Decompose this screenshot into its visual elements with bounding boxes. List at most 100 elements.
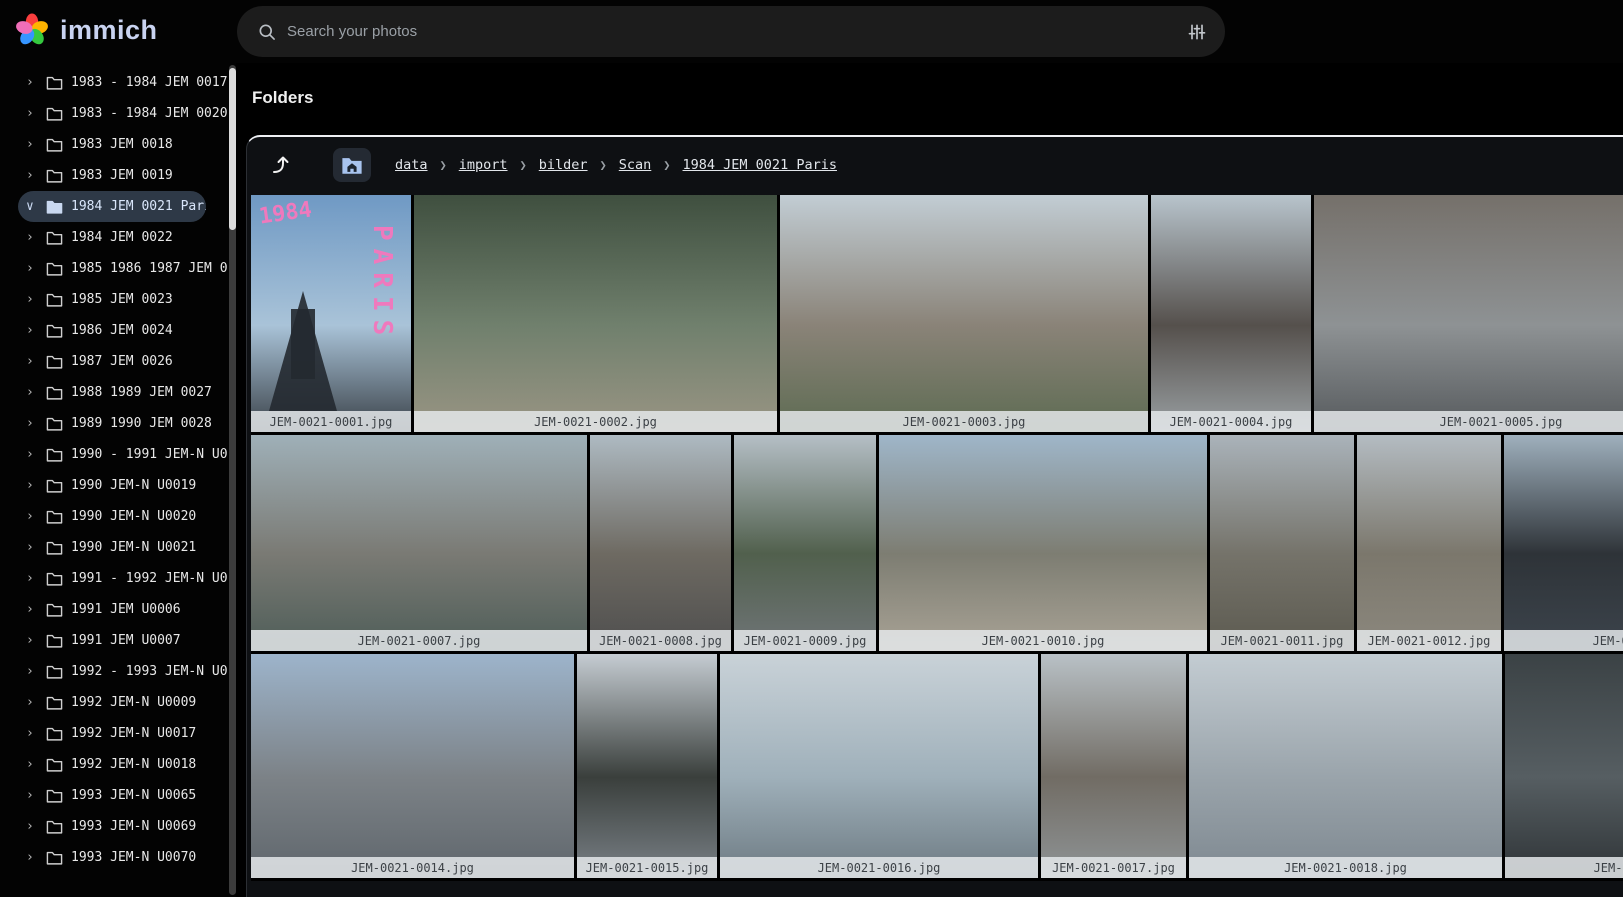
chevron-icon[interactable]: › [26,509,38,524]
folder-icon [46,819,63,834]
photo-tile[interactable]: JEM-0021-0007.jpg [251,435,587,651]
sidebar-folder-item[interactable]: › 1991 JEM U0006 [18,594,228,625]
folder-view-panel: data❯import❯bilder❯Scan❯1984 JEM 0021 Pa… [246,135,1623,897]
sidebar-folder-item[interactable]: › 1992 JEM-N U0009 [18,687,228,718]
photo-tile[interactable]: JEM-0021-0005.jpg [1314,195,1623,432]
chevron-icon[interactable]: › [26,850,38,865]
sidebar-folder-item[interactable]: › 1993 JEM-N U0069 [18,811,228,842]
breadcrumb-bar: data❯import❯bilder❯Scan❯1984 JEM 0021 Pa… [247,137,1623,193]
chevron-icon[interactable]: › [26,137,38,152]
chevron-icon[interactable]: ∨ [26,199,38,214]
chevron-icon[interactable]: › [26,695,38,710]
chevron-icon[interactable]: › [26,323,38,338]
chevron-icon[interactable]: › [26,106,38,121]
photo-tile[interactable]: JEM-0021-0014.jpg [251,654,574,878]
photo-tile[interactable]: JEM-0021-0017.jpg [1041,654,1186,878]
photo-filename: JEM-0021-0019.jpg [1505,857,1623,878]
folder-sidebar: › 1983 - 1984 JEM 0017 › 1983 - 1984 JEM… [0,63,236,897]
filter-tune-icon[interactable] [1187,22,1207,42]
sidebar-folder-item[interactable]: › 1991 - 1992 JEM-N U00 [18,563,228,594]
chevron-icon[interactable]: › [26,292,38,307]
photo-filename: JEM-0021-0001.jpg [251,411,411,432]
photo-filename: JEM-0021-0008.jpg [590,630,731,651]
photo-filename: JEM-0021-0003.jpg [780,411,1148,432]
photo-tile[interactable]: JEM-0021-0015.jpg [577,654,717,878]
photo-tile[interactable]: JEM-0021-0013.jpg [1504,435,1623,651]
chevron-icon[interactable]: › [26,416,38,431]
sidebar-folder-item[interactable]: › 1993 JEM-N U0065 [18,780,228,811]
chevron-icon[interactable]: › [26,664,38,679]
folder-label: 1987 JEM 0026 [71,354,173,369]
sidebar-folder-item[interactable]: › 1990 JEM-N U0020 [18,501,228,532]
chevron-icon[interactable]: › [26,478,38,493]
sidebar-folder-item[interactable]: › 1986 JEM 0024 [18,315,228,346]
breadcrumb-link[interactable]: Scan [619,157,652,173]
sidebar-folder-item[interactable]: › 1993 JEM-N U0070 [18,842,228,873]
photo-tile[interactable]: JEM-0021-0019.jpg [1505,654,1623,878]
breadcrumb-link[interactable]: bilder [539,157,588,173]
chevron-icon[interactable]: › [26,788,38,803]
chevron-icon[interactable]: › [26,540,38,555]
folder-tree: › 1983 - 1984 JEM 0017 › 1983 - 1984 JEM… [0,63,236,873]
sidebar-folder-item[interactable]: › 1983 JEM 0019 [18,160,228,191]
photo-tile[interactable]: JEM-0021-0010.jpg [879,435,1207,651]
photo-tile[interactable]: JEM-0021-0002.jpg [414,195,777,432]
sidebar-folder-item[interactable]: ∨ 1984 JEM 0021 Paris [18,191,206,222]
photo-tile[interactable]: JEM-0021-0016.jpg [720,654,1038,878]
chevron-icon[interactable]: › [26,571,38,586]
sidebar-folder-item[interactable]: › 1990 - 1991 JEM-N U00 [18,439,228,470]
chevron-icon[interactable]: › [26,230,38,245]
sidebar-folder-item[interactable]: › 1984 JEM 0022 [18,222,228,253]
photo-tile[interactable]: JEM-0021-0009.jpg [734,435,876,651]
chevron-icon[interactable]: › [26,726,38,741]
chevron-icon[interactable]: › [26,261,38,276]
sidebar-folder-item[interactable]: › 1991 JEM U0007 [18,625,228,656]
photo-tile[interactable]: JEM-0021-0012.jpg [1357,435,1501,651]
sidebar-folder-item[interactable]: › 1988 1989 JEM 0027 [18,377,228,408]
photo-thumbnail [251,654,574,878]
sidebar-folder-item[interactable]: › 1985 JEM 0023 [18,284,228,315]
photo-tile[interactable]: JEM-0021-0001.jpg 1984PARIS [251,195,411,432]
home-button[interactable] [333,148,371,182]
photo-filename: JEM-0021-0014.jpg [251,857,574,878]
chevron-icon[interactable]: › [26,757,38,772]
navigate-up-button[interactable] [261,147,297,183]
breadcrumb: data❯import❯bilder❯Scan❯1984 JEM 0021 Pa… [395,157,837,173]
breadcrumb-link[interactable]: import [459,157,508,173]
sidebar-folder-item[interactable]: › 1992 - 1993 JEM-N U0 [18,656,228,687]
photo-tile[interactable]: JEM-0021-0003.jpg [780,195,1148,432]
sidebar-folder-item[interactable]: › 1983 - 1984 JEM 0017 [18,67,228,98]
sidebar-scrollbar-thumb[interactable] [229,68,236,230]
photo-filename: JEM-0021-0002.jpg [414,411,777,432]
sidebar-folder-item[interactable]: › 1990 JEM-N U0021 [18,532,228,563]
chevron-icon[interactable]: › [26,385,38,400]
sidebar-folder-item[interactable]: › 1992 JEM-N U0017 [18,718,228,749]
sidebar-folder-item[interactable]: › 1985 1986 1987 JEM 00 [18,253,228,284]
sidebar-folder-item[interactable]: › 1983 - 1984 JEM 0020 [18,98,228,129]
breadcrumb-link[interactable]: data [395,157,428,173]
breadcrumb-link[interactable]: 1984 JEM 0021 Paris [683,157,837,173]
chevron-icon[interactable]: › [26,354,38,369]
sidebar-folder-item[interactable]: › 1990 JEM-N U0019 [18,470,228,501]
breadcrumb-separator-icon: ❯ [520,158,527,172]
photo-thumbnail [1505,654,1623,878]
sidebar-folder-item[interactable]: › 1983 JEM 0018 [18,129,228,160]
photo-tile[interactable]: JEM-0021-0011.jpg [1210,435,1354,651]
chevron-icon[interactable]: › [26,633,38,648]
photo-tile[interactable]: JEM-0021-0018.jpg [1189,654,1502,878]
photo-tile[interactable]: JEM-0021-0008.jpg [590,435,731,651]
app-brand[interactable]: immich [14,12,158,48]
chevron-icon[interactable]: › [26,168,38,183]
chevron-icon[interactable]: › [26,602,38,617]
chevron-icon[interactable]: › [26,75,38,90]
chevron-icon[interactable]: › [26,819,38,834]
chevron-icon[interactable]: › [26,447,38,462]
sidebar-folder-item[interactable]: › 1989 1990 JEM 0028 [18,408,228,439]
photo-tile[interactable]: JEM-0021-0004.jpg [1151,195,1311,432]
search-bar[interactable] [237,6,1225,57]
folder-icon [46,323,63,338]
search-input[interactable] [287,23,1187,40]
sidebar-folder-item[interactable]: › 1987 JEM 0026 [18,346,228,377]
sidebar-folder-item[interactable]: › 1992 JEM-N U0018 [18,749,228,780]
photo-grid: JEM-0021-0001.jpg 1984PARIS JEM-0021-000… [251,195,1623,881]
